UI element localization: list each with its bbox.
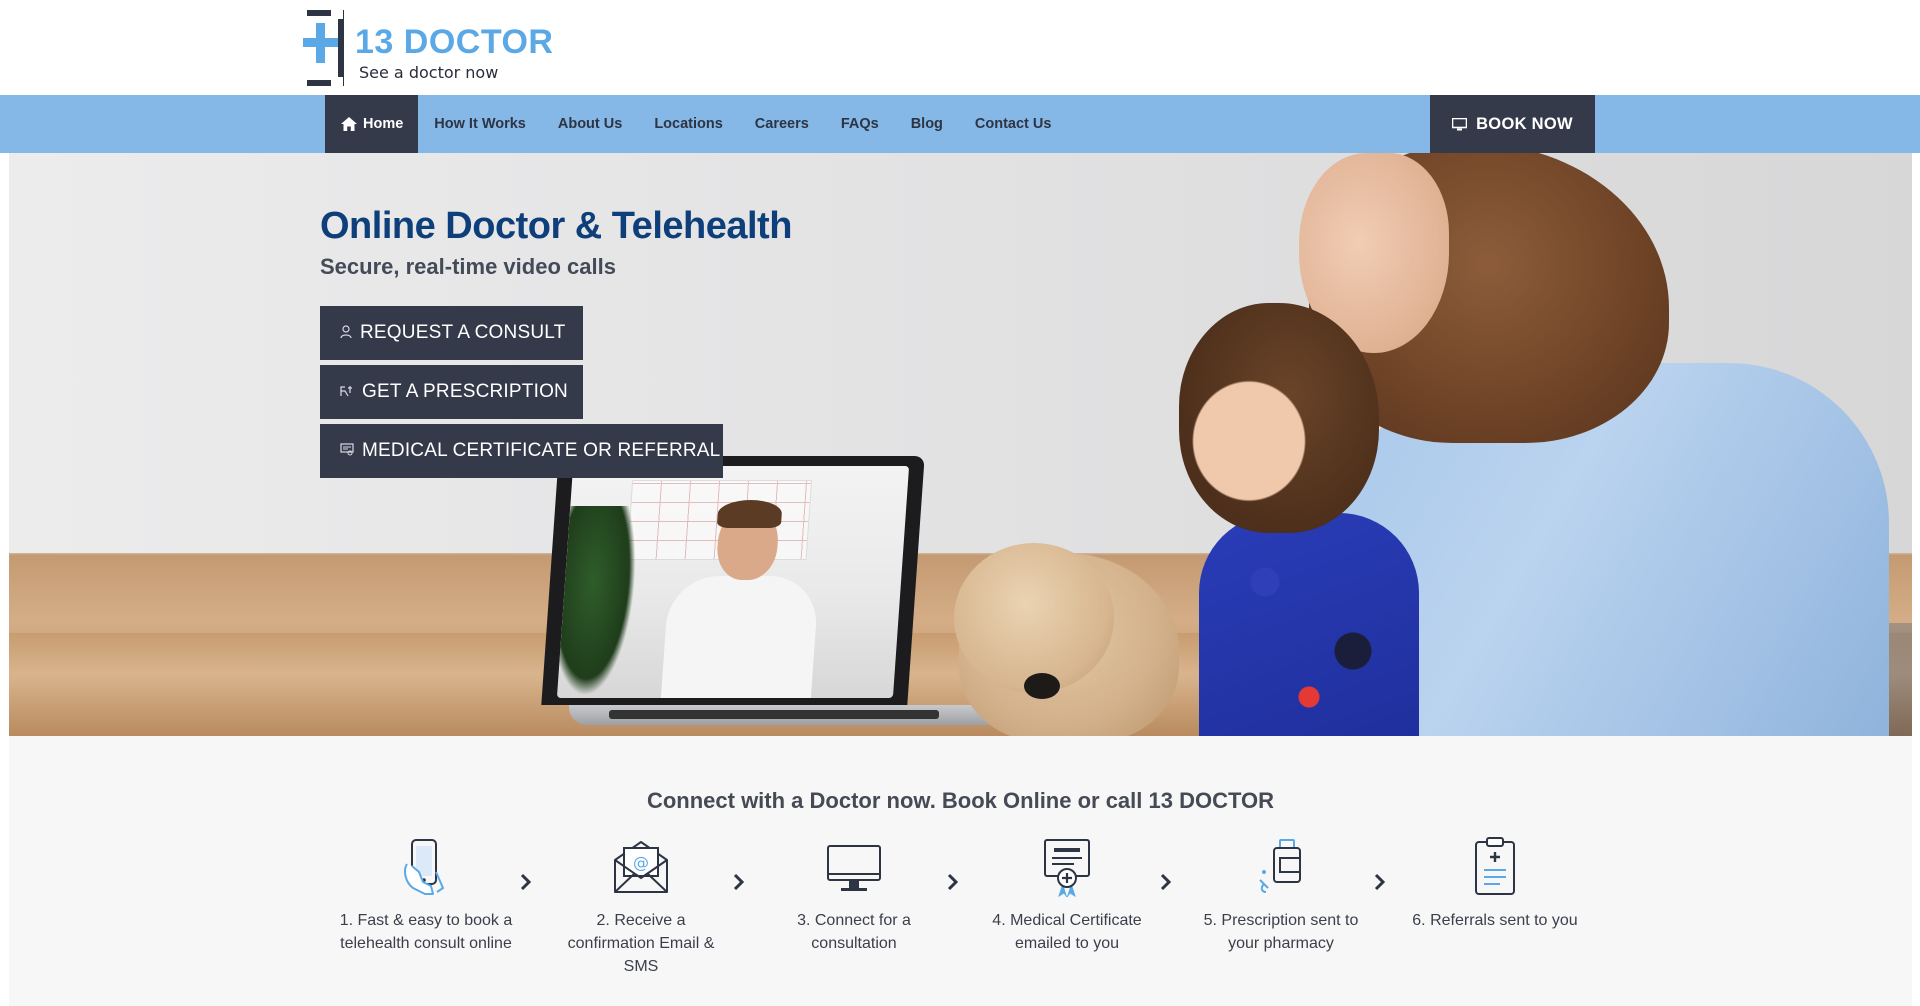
- step-label: 6. Referrals sent to you: [1412, 912, 1578, 929]
- nav-item-label: About Us: [557, 116, 623, 132]
- monitor-icon: [827, 845, 881, 891]
- logo-name: 13 DOCTOR: [355, 23, 554, 61]
- nav-item-locations[interactable]: Locations: [638, 95, 738, 153]
- hero-title: Online Doctor & Telehealth: [320, 205, 792, 247]
- nav-item-how-it-works[interactable]: How It Works: [418, 95, 542, 153]
- pill-bottle-icon: [1259, 839, 1301, 893]
- nav-item-label: Locations: [654, 116, 723, 132]
- phone-hand-icon: [404, 839, 445, 895]
- hero-boy-head: [1179, 303, 1379, 533]
- hero-doctor-hair: [716, 500, 783, 528]
- certificate-icon: [1044, 839, 1090, 898]
- nav-item-about-us[interactable]: About Us: [542, 95, 638, 153]
- nav-item-label: Home: [363, 116, 404, 132]
- nav-item-label: Blog: [910, 116, 943, 132]
- request-consult-button[interactable]: REQUEST A CONSULT: [320, 306, 583, 360]
- step-item-6: 6. Referrals sent to you: [1405, 836, 1585, 932]
- logo-cross-icon: [303, 9, 344, 87]
- chevron-right-icon: [733, 873, 745, 891]
- monitor-icon: [1452, 117, 1468, 130]
- hero-laptop-display: [556, 466, 910, 698]
- prescription-icon: [340, 385, 354, 400]
- nav-item-label: How It Works: [434, 116, 526, 132]
- email-icon: @: [614, 841, 668, 893]
- step-item-4: 4. Medical Certificate emailed to you: [977, 836, 1157, 955]
- nav-item-contact-us[interactable]: Contact Us: [959, 95, 1068, 153]
- chevron-right-icon: [1374, 873, 1386, 891]
- request-consult-label: REQUEST A CONSULT: [360, 322, 566, 343]
- step-label: 5. Prescription sent to your pharmacy: [1203, 912, 1359, 952]
- hero-doctor-body: [660, 576, 820, 698]
- nav-item-label: Careers: [754, 116, 809, 132]
- book-now-label: BOOK NOW: [1476, 114, 1573, 133]
- step-item-5: 5. Prescription sent to your pharmacy: [1191, 836, 1371, 955]
- svg-text:@: @: [633, 853, 649, 872]
- get-prescription-label: GET A PRESCRIPTION: [362, 381, 568, 402]
- step-item-1: 1. Fast & easy to book a telehealth cons…: [336, 836, 516, 955]
- nav-item-home[interactable]: Home: [325, 95, 419, 153]
- home-icon: [341, 117, 357, 131]
- logo[interactable]: 13 DOCTOR See a doctor now: [301, 9, 553, 87]
- hero-keyboard: [609, 710, 939, 719]
- hero-teddy-head: [954, 543, 1114, 693]
- step-label: 4. Medical Certificate emailed to you: [992, 912, 1142, 952]
- doctor-icon: [340, 324, 352, 342]
- book-now-button[interactable]: BOOK NOW: [1430, 95, 1595, 153]
- chevron-right-icon: [520, 873, 532, 891]
- chevron-right-icon: [1160, 873, 1172, 891]
- nav-item-blog[interactable]: Blog: [895, 95, 959, 153]
- get-prescription-button[interactable]: GET A PRESCRIPTION: [320, 365, 583, 419]
- nav-item-label: FAQs: [840, 116, 879, 132]
- site-header: 13 DOCTOR See a doctor now: [0, 0, 1920, 95]
- step-item-2: @ 2. Receive a confirmation Email & SMS: [551, 836, 731, 978]
- steps-section: Connect with a Doctor now. Book Online o…: [9, 736, 1912, 1006]
- hero-subtitle: Secure, real-time video calls: [320, 254, 616, 279]
- chevron-right-icon: [947, 873, 959, 891]
- nav-item-label: Contact Us: [974, 116, 1052, 132]
- step-label: 3. Connect for a consultation: [797, 912, 911, 952]
- clipboard-icon: [1475, 837, 1515, 895]
- hero-banner: Online Doctor & Telehealth Secure, real-…: [9, 153, 1912, 736]
- hero-plant: [557, 506, 641, 696]
- nav-menu: Home How It Works About Us Locations Car…: [325, 95, 1067, 153]
- hero-teddy-nose: [1024, 673, 1060, 699]
- step-label: 2. Receive a confirmation Email & SMS: [567, 912, 715, 975]
- medical-certificate-button[interactable]: MEDICAL CERTIFICATE OR REFERRAL: [320, 424, 723, 478]
- main-navbar: Home How It Works About Us Locations Car…: [0, 95, 1920, 153]
- step-label: 1. Fast & easy to book a telehealth cons…: [339, 912, 513, 952]
- logo-tagline: See a doctor now: [359, 63, 499, 82]
- step-item-3: 3. Connect for a consultation: [764, 836, 944, 955]
- nav-item-faqs[interactable]: FAQs: [825, 95, 895, 153]
- medical-certificate-label: MEDICAL CERTIFICATE OR REFERRAL: [362, 440, 721, 461]
- nav-item-careers[interactable]: Careers: [739, 95, 825, 153]
- hero-boy-hoodie: [1199, 513, 1419, 736]
- certificate-icon: [340, 443, 354, 459]
- steps-heading: Connect with a Doctor now. Book Online o…: [646, 788, 1275, 813]
